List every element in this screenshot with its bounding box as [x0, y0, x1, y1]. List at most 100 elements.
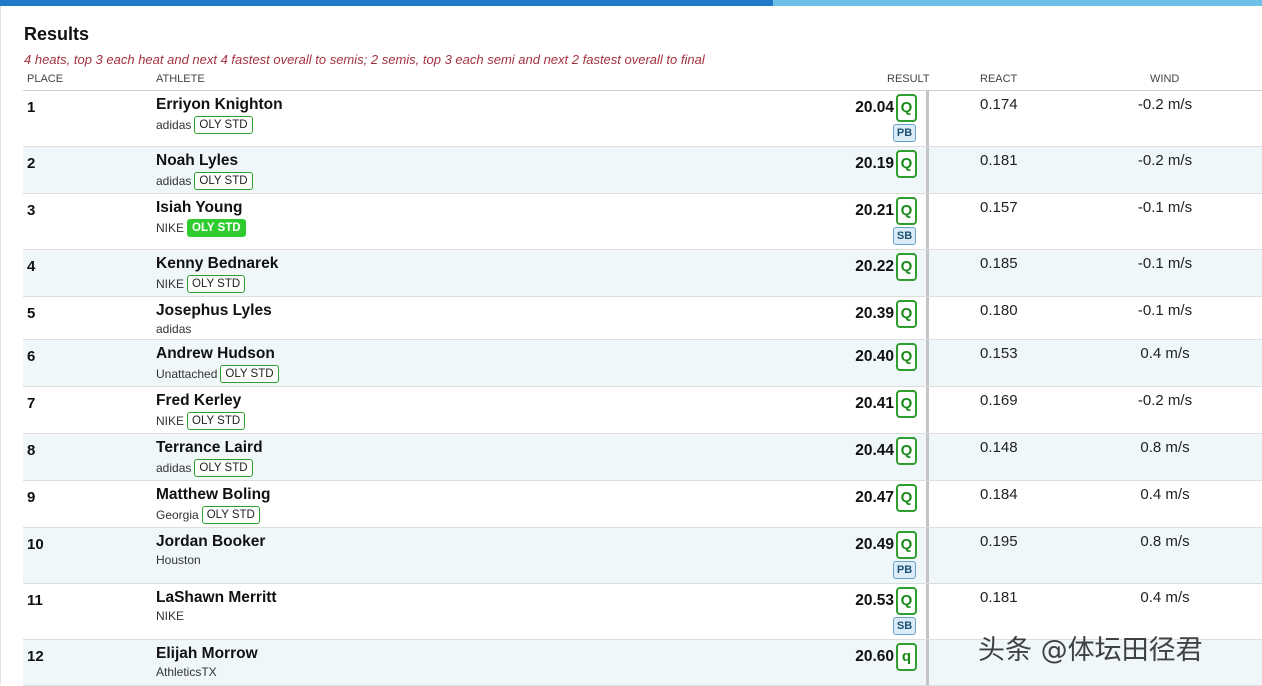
- table-row[interactable]: 6 Andrew Hudson Unattached OLY STD 20.40 Q 0.1…: [23, 340, 1262, 387]
- place-cell: 12: [27, 648, 44, 665]
- oly-std-badge: OLY STD: [187, 412, 246, 430]
- wind-reading: -0.1 m/s: [1137, 302, 1193, 319]
- athlete-name[interactable]: Fred Kerley: [156, 392, 241, 410]
- qualifier-badge: Q: [896, 343, 917, 371]
- column-divider: [926, 340, 929, 386]
- athlete-name[interactable]: Josephus Lyles: [156, 302, 272, 320]
- team-label[interactable]: NIKE: [156, 609, 184, 623]
- athlete-name[interactable]: LaShawn Merritt: [156, 589, 277, 607]
- team-label[interactable]: NIKE: [156, 277, 184, 291]
- qualifier-badge: Q: [896, 390, 917, 418]
- place-cell: 3: [27, 202, 36, 219]
- column-divider: [926, 194, 929, 249]
- table-header: PLACE ATHLETE RESULT REACT WIND: [23, 71, 1262, 90]
- header-wind[interactable]: WIND: [1150, 73, 1179, 85]
- column-divider: [926, 640, 929, 685]
- place-cell: 11: [27, 592, 43, 609]
- record-badge: SB: [893, 617, 916, 635]
- team-label[interactable]: adidas: [156, 118, 191, 132]
- place-cell: 10: [27, 536, 44, 553]
- place-cell: 7: [27, 395, 36, 412]
- reaction-time: 0.157: [980, 199, 1018, 216]
- table-row[interactable]: 8 Terrance Laird adidas OLY STD 20.44 Q 0.148 0…: [23, 434, 1262, 481]
- qualifier-badge: q: [896, 643, 917, 671]
- reaction-time: 0.184: [980, 486, 1018, 503]
- table-row[interactable]: 1 Erriyon Knighton adidas OLY STD 20.04 Q PB 0.…: [23, 91, 1262, 147]
- column-divider: [926, 481, 929, 527]
- oly-std-badge: OLY STD: [201, 506, 260, 524]
- result-time: 20.39: [855, 305, 894, 322]
- result-time: 20.60: [855, 648, 894, 665]
- header-place[interactable]: PLACE: [27, 73, 63, 85]
- team-label[interactable]: AthleticsTX: [156, 665, 217, 679]
- athlete-name[interactable]: Kenny Bednarek: [156, 255, 278, 273]
- athlete-name[interactable]: Noah Lyles: [156, 152, 238, 170]
- result-time: 20.41: [855, 395, 894, 412]
- athlete-affiliation: NIKE OLY STD: [156, 275, 246, 293]
- top-progress-bar: [0, 0, 1262, 6]
- qualifier-badge: Q: [896, 300, 917, 328]
- column-divider: [926, 387, 929, 433]
- athlete-affiliation: adidas: [156, 322, 191, 336]
- wind-reading: -0.1 m/s: [1137, 199, 1193, 216]
- result-time: 20.49: [855, 536, 894, 553]
- wind-reading: -0.1 m/s: [1137, 255, 1193, 272]
- athlete-name[interactable]: Andrew Hudson: [156, 345, 275, 363]
- team-label[interactable]: adidas: [156, 174, 191, 188]
- table-row[interactable]: 4 Kenny Bednarek NIKE OLY STD 20.22 Q 0.185 -0.…: [23, 250, 1262, 297]
- left-border: [0, 6, 1, 684]
- result-time: 20.53: [855, 592, 894, 609]
- wind-reading: -0.2 m/s: [1137, 392, 1193, 409]
- team-label[interactable]: Houston: [156, 553, 201, 567]
- column-divider: [926, 434, 929, 480]
- qualifier-badge: Q: [896, 94, 917, 122]
- reaction-time: 0.181: [980, 152, 1018, 169]
- athlete-name[interactable]: Isiah Young: [156, 199, 242, 217]
- athlete-name[interactable]: Erriyon Knighton: [156, 96, 283, 114]
- wind-reading: 0.4 m/s: [1140, 589, 1190, 606]
- team-label[interactable]: adidas: [156, 322, 191, 336]
- athlete-affiliation: Georgia OLY STD: [156, 506, 260, 524]
- watermark: 头条 @体坛田径君: [978, 635, 1203, 666]
- table-row[interactable]: 5 Josephus Lyles adidas 20.39 Q 0.180 -0.1 m/s: [23, 297, 1262, 340]
- oly-std-badge: OLY STD: [187, 275, 246, 293]
- qualifier-badge: Q: [896, 197, 917, 225]
- wind-reading: 0.4 m/s: [1140, 486, 1190, 503]
- athlete-name[interactable]: Terrance Laird: [156, 439, 263, 457]
- athlete-name[interactable]: Jordan Booker: [156, 533, 265, 551]
- result-time: 20.44: [855, 442, 894, 459]
- table-row[interactable]: 7 Fred Kerley NIKE OLY STD 20.41 Q 0.169 -0.2 m…: [23, 387, 1262, 434]
- header-athlete[interactable]: ATHLETE: [156, 73, 205, 85]
- header-react[interactable]: REACT: [980, 73, 1017, 85]
- place-cell: 6: [27, 348, 36, 365]
- result-time: 20.22: [855, 258, 894, 275]
- header-result[interactable]: RESULT: [887, 73, 930, 85]
- qualifier-badge: Q: [896, 484, 917, 512]
- team-label[interactable]: NIKE: [156, 414, 184, 428]
- qualifier-badge: Q: [896, 437, 917, 465]
- team-label[interactable]: adidas: [156, 461, 191, 475]
- table-row[interactable]: 3 Isiah Young NIKE OLY STD 20.21 Q SB 0.157 -0.1…: [23, 194, 1262, 250]
- table-row[interactable]: 9 Matthew Boling Georgia OLY STD 20.47 Q 0.184…: [23, 481, 1262, 528]
- column-divider: [926, 528, 929, 583]
- column-divider: [926, 91, 929, 146]
- athlete-name[interactable]: Matthew Boling: [156, 486, 271, 504]
- oly-std-badge: OLY STD: [187, 219, 246, 237]
- team-label[interactable]: Unattached: [156, 367, 217, 381]
- reaction-time: 0.180: [980, 302, 1018, 319]
- table-row[interactable]: 2 Noah Lyles adidas OLY STD 20.19 Q 0.181 -0.2 …: [23, 147, 1262, 194]
- result-time: 20.21: [855, 202, 894, 219]
- record-badge: PB: [893, 561, 916, 579]
- team-label[interactable]: NIKE: [156, 221, 184, 235]
- oly-std-badge: OLY STD: [220, 365, 279, 383]
- athlete-affiliation: NIKE OLY STD: [156, 219, 246, 237]
- wind-reading: 0.8 m/s: [1140, 439, 1190, 456]
- athlete-name[interactable]: Elijah Morrow: [156, 645, 258, 663]
- qualifying-description: 4 heats, top 3 each heat and next 4 fast…: [24, 52, 705, 67]
- team-label[interactable]: Georgia: [156, 508, 199, 522]
- athlete-affiliation: adidas OLY STD: [156, 172, 253, 190]
- wind-reading: 0.4 m/s: [1140, 345, 1190, 362]
- table-row[interactable]: 10 Jordan Booker Houston 20.49 Q PB 0.195 0.8 m…: [23, 528, 1262, 584]
- reaction-time: 0.181: [980, 589, 1018, 606]
- reaction-time: 0.185: [980, 255, 1018, 272]
